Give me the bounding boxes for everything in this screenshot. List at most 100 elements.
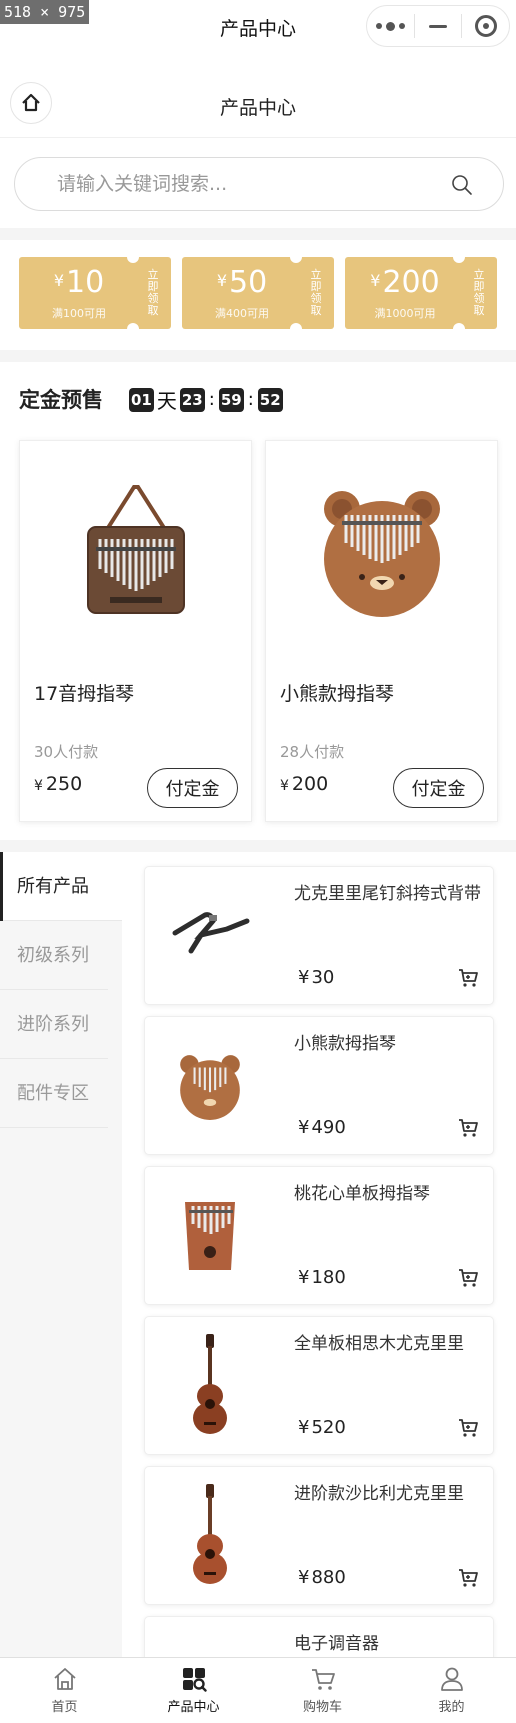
- coupon-condition: 满400可用: [215, 307, 269, 320]
- list-item[interactable]: 桃花心单板拇指琴 ¥180: [144, 1166, 494, 1305]
- product-image: [155, 881, 265, 991]
- add-to-cart-icon[interactable]: [457, 967, 479, 989]
- coupon-card[interactable]: ¥10 满100可用 立即领取: [19, 257, 171, 329]
- add-to-cart-icon[interactable]: [457, 1567, 479, 1589]
- presale-card[interactable]: 小熊款拇指琴 28人付款 ¥200 付定金: [265, 440, 498, 822]
- tab-home[interactable]: 首页: [0, 1658, 129, 1723]
- system-bar: 518 × 975 产品中心: [0, 0, 516, 54]
- add-to-cart-icon[interactable]: [457, 1417, 479, 1439]
- category-item-all[interactable]: 所有产品: [0, 852, 122, 921]
- countdown-minutes: 59: [218, 387, 244, 412]
- user-icon: [440, 1667, 463, 1691]
- paid-count: 28人付款: [280, 743, 345, 761]
- tab-label: 我的: [438, 1700, 465, 1715]
- box-kalimba-image: [185, 1202, 235, 1270]
- add-to-cart-icon[interactable]: [457, 1267, 479, 1289]
- bear-kalimba-image: [323, 491, 440, 617]
- search-area: [0, 140, 516, 228]
- coupon-currency: ¥: [53, 271, 64, 290]
- product-name: 电子调音器: [294, 1634, 379, 1654]
- more-button[interactable]: [367, 6, 414, 46]
- product-price: ¥880: [298, 1567, 346, 1588]
- search-input[interactable]: [57, 169, 437, 199]
- minimize-button[interactable]: [415, 6, 462, 46]
- category-section: 所有产品 初级系列 进阶系列 配件专区 尤克里里尾钉斜挎式背带 ¥30 小熊款拇…: [0, 852, 516, 1657]
- bottom-tab-bar: 首页 产品中心 购物车 我的: [0, 1657, 516, 1723]
- coupon-claim-button[interactable]: 立即领取: [472, 269, 486, 317]
- coupon-currency: ¥: [216, 271, 227, 290]
- coupon-amount: 50: [229, 265, 268, 300]
- product-image: [155, 1181, 265, 1291]
- cart-icon: [311, 1669, 335, 1690]
- coupon-condition: 满100可用: [52, 307, 106, 320]
- category-item-accessories[interactable]: 配件专区: [0, 1059, 108, 1128]
- coupon-card[interactable]: ¥50 满400可用 立即领取: [182, 257, 334, 329]
- tab-products[interactable]: 产品中心: [129, 1658, 258, 1723]
- paid-count: 30人付款: [34, 743, 99, 761]
- tab-profile[interactable]: 我的: [387, 1658, 516, 1723]
- product-name: 小熊款拇指琴: [280, 683, 395, 705]
- countdown-separator: :: [208, 389, 215, 410]
- product-name: 桃花心单板拇指琴: [294, 1184, 430, 1204]
- coupon-card[interactable]: ¥200 满1000可用 立即领取: [345, 257, 497, 329]
- strap-image: [172, 912, 250, 954]
- presale-card[interactable]: 17音拇指琴 30人付款 ¥250 付定金: [19, 440, 252, 822]
- more-dots-icon: [375, 21, 405, 31]
- minus-icon: [429, 24, 447, 28]
- product-price: ¥250: [34, 773, 83, 795]
- list-item[interactable]: 尤克里里尾钉斜挎式背带 ¥30: [144, 866, 494, 1005]
- bear-kalimba-image: [180, 1055, 240, 1120]
- mini-program-capsule: [366, 5, 510, 47]
- nav-bar: 产品中心: [0, 68, 516, 138]
- countdown-timer: 01 天 23 : 59 : 52: [129, 385, 283, 414]
- product-price: ¥490: [298, 1117, 346, 1138]
- product-name: 全单板相思木尤克里里: [294, 1334, 464, 1354]
- list-item[interactable]: 小熊款拇指琴 ¥490: [144, 1016, 494, 1155]
- category-sidebar: 所有产品 初级系列 进阶系列 配件专区: [0, 852, 122, 1657]
- presale-section: 定金预售 01 天 23 : 59 : 52 17音拇指琴 30人付款 ¥ 25…: [0, 362, 516, 840]
- add-to-cart-icon[interactable]: [457, 1117, 479, 1139]
- coupon-row: ¥10 满100可用 立即领取 ¥50 满400可用 立即领取 ¥200 满10…: [0, 240, 516, 350]
- product-price: ¥200: [280, 773, 329, 795]
- section-divider: [0, 840, 516, 852]
- coupon-amount: 200: [382, 265, 440, 300]
- product-image: [155, 1331, 265, 1441]
- list-item[interactable]: 电子调音器: [144, 1616, 494, 1657]
- grid-search-icon: [182, 1668, 207, 1692]
- presale-title: 定金预售: [19, 388, 103, 412]
- search-icon[interactable]: [451, 174, 473, 196]
- countdown-day-unit: 天: [156, 389, 177, 413]
- category-item-beginner[interactable]: 初级系列: [0, 921, 108, 990]
- target-icon: [474, 15, 497, 37]
- list-item[interactable]: 全单板相思木尤克里里 ¥520: [144, 1316, 494, 1455]
- category-item-advanced[interactable]: 进阶系列: [0, 990, 108, 1059]
- section-divider: [0, 350, 516, 362]
- product-price: ¥520: [298, 1417, 346, 1438]
- list-item[interactable]: 进阶款沙比利尤克里里 ¥880: [144, 1466, 494, 1605]
- tab-cart[interactable]: 购物车: [258, 1658, 387, 1723]
- product-list: 尤克里里尾钉斜挎式背带 ¥30 小熊款拇指琴 ¥ 490 桃花心单板拇指琴 ¥ …: [122, 852, 516, 1657]
- kalimba-bag-image: [86, 485, 185, 614]
- coupon-claim-button[interactable]: 立即领取: [146, 269, 160, 317]
- coupon-condition: 满1000可用: [374, 307, 436, 320]
- search-box[interactable]: [14, 157, 504, 211]
- coupon-amount: 10: [66, 265, 105, 300]
- tab-label: 首页: [51, 1700, 78, 1715]
- pay-deposit-button[interactable]: 付定金: [147, 768, 238, 808]
- tab-label: 产品中心: [167, 1700, 220, 1715]
- product-name: 小熊款拇指琴: [294, 1034, 396, 1054]
- pay-deposit-button[interactable]: 付定金: [393, 768, 484, 808]
- product-image: [155, 1481, 265, 1591]
- app-root: 518 × 975 产品中心 产品中心 请输入关键词搜索... ¥10 满100…: [0, 0, 516, 1723]
- countdown-separator: :: [247, 389, 254, 410]
- product-name: 进阶款沙比利尤克里里: [294, 1484, 464, 1504]
- countdown-seconds: 52: [257, 387, 283, 412]
- product-name: 尤克里里尾钉斜挎式背带: [294, 884, 481, 904]
- ukulele-image: [193, 1484, 227, 1584]
- coupon-claim-button[interactable]: 立即领取: [309, 269, 323, 317]
- section-divider: [0, 228, 516, 240]
- product-image: [266, 441, 497, 661]
- close-program-button[interactable]: [462, 6, 509, 46]
- product-name: 17音拇指琴: [34, 683, 135, 705]
- product-price: ¥180: [298, 1267, 346, 1288]
